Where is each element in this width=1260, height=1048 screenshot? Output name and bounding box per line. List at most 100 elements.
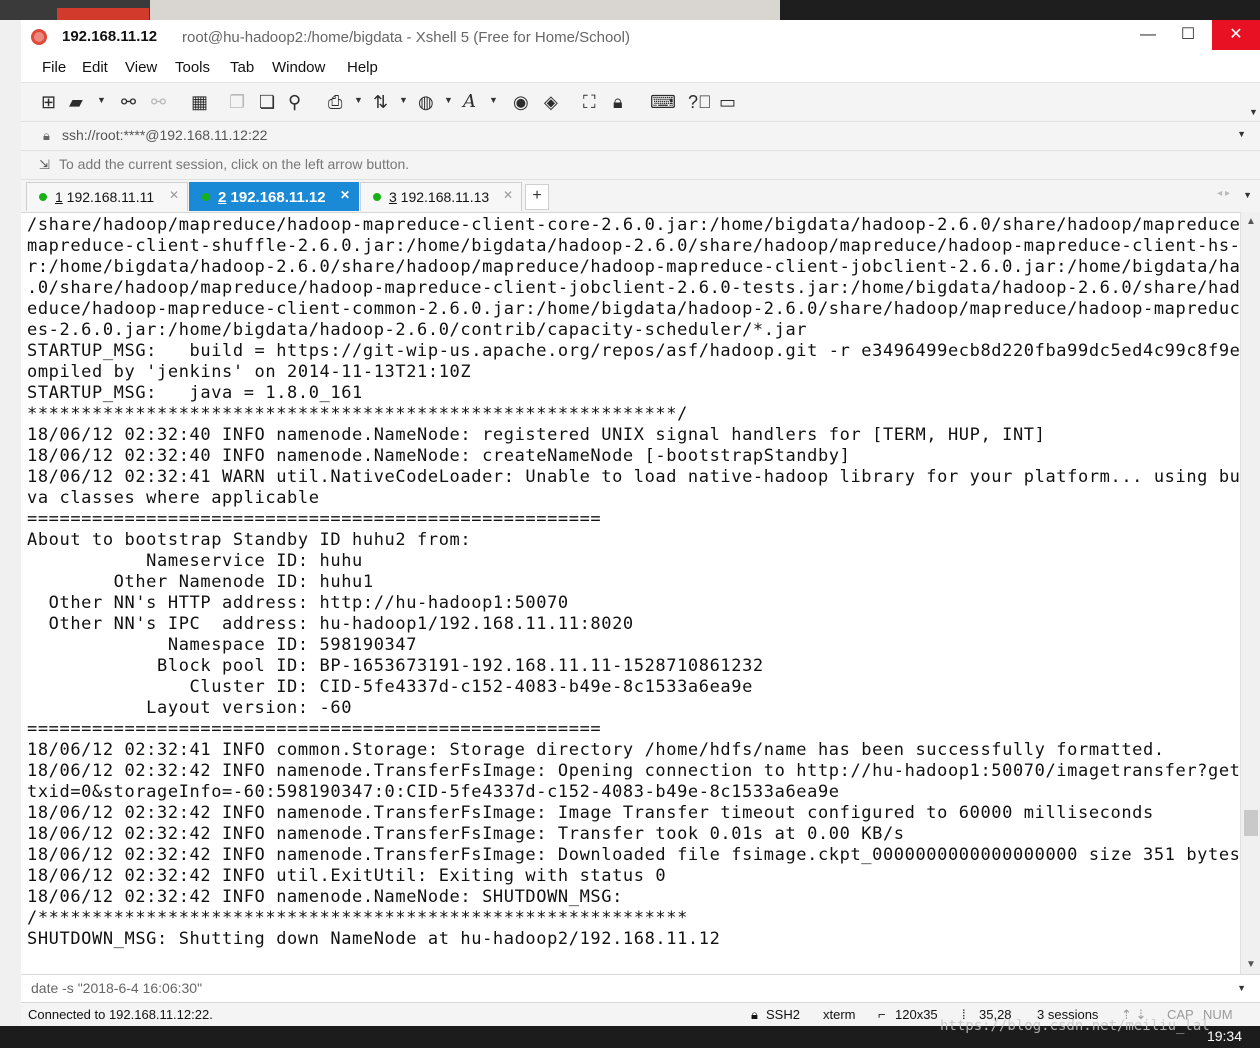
terminal-size: 120x35: [895, 1007, 938, 1022]
compose-bar: date -s "2018-6-4 16:06:30" ▼: [21, 974, 1260, 1003]
title-bar: 192.168.11.12 root@hu-hadoop2:/home/bigd…: [21, 20, 1260, 54]
maximize-button[interactable]: ☐: [1168, 20, 1208, 50]
terminal-line: Block pool ID: BP-1653673191-192.168.11.…: [27, 656, 764, 676]
terminal-line: ****************************************…: [27, 404, 688, 424]
add-session-arrow-icon[interactable]: ⇲: [39, 157, 50, 173]
xshell-window: 192.168.11.12 root@hu-hadoop2:/home/bigd…: [21, 20, 1260, 1027]
terminal-line: Cluster ID: CID-5fe4337d-c152-4083-b49e-…: [27, 677, 753, 697]
menu-file[interactable]: File: [42, 59, 66, 76]
session-info-bar: ⇲ To add the current session, click on t…: [21, 150, 1260, 179]
disconnect-icon[interactable]: ⚯: [151, 92, 166, 112]
connect-icon[interactable]: ⚯: [121, 92, 136, 112]
terminal-line: 18/06/12 02:32:40 INFO namenode.NameNode…: [27, 446, 851, 466]
terminal-line: 18/06/12 02:32:40 INFO namenode.NameNode…: [27, 425, 1046, 445]
lock-icon: 🔒︎: [43, 128, 50, 143]
terminal-line: 18/06/12 02:32:42 INFO namenode.Transfer…: [27, 824, 905, 844]
resize-icon: ⌐: [878, 1007, 886, 1022]
tab-label: 1 192.168.11.11: [55, 189, 155, 205]
connection-status: Connected to 192.168.11.12:22.: [28, 1007, 213, 1022]
menu-help[interactable]: Help: [347, 59, 378, 76]
tab-scroll-arrows-icon[interactable]: ◂ ▸: [1217, 188, 1230, 199]
properties-icon[interactable]: ▦: [191, 92, 208, 112]
scroll-up-icon[interactable]: ▲: [1246, 216, 1256, 227]
watermark: https://blog.csdn.net/meiliu_lal: [940, 1018, 1210, 1034]
scroll-down-icon[interactable]: ▼: [1246, 959, 1256, 970]
tab-list-dropdown-icon[interactable]: ▼: [1243, 190, 1252, 200]
terminal-output[interactable]: /share/hadoop/mapreduce/hadoop-mapreduce…: [21, 212, 1240, 975]
font-dropdown-icon[interactable]: ▼: [489, 95, 498, 105]
protocol-label: SSH2: [766, 1007, 800, 1022]
menu-tools[interactable]: Tools: [175, 59, 210, 76]
terminal-line: mapreduce-client-shuffle-2.6.0.jar:/home…: [27, 236, 1240, 256]
desktop-light-strip: [150, 0, 780, 20]
desktop-red-strip: [57, 8, 149, 20]
scrollbar-thumb[interactable]: [1244, 810, 1258, 836]
terminal-scrollbar[interactable]: ▲ ▼: [1240, 212, 1260, 974]
terminal-line: SHUTDOWN_MSG: Shutting down NameNode at …: [27, 929, 721, 949]
font-icon[interactable]: A: [463, 92, 476, 112]
terminal-line: r:/home/bigdata/hadoop-2.6.0/share/hadoo…: [27, 257, 1240, 277]
taskbar-clock: 19:34: [1206, 1028, 1242, 1044]
terminal-line: es-2.6.0.jar:/home/bigdata/hadoop-2.6.0/…: [27, 320, 808, 340]
tab-session-1[interactable]: 1 192.168.11.11 ✕: [26, 182, 188, 211]
terminal-line: STARTUP_MSG: build = https://git-wip-us.…: [27, 341, 1240, 361]
menu-window[interactable]: Window: [272, 59, 325, 76]
transfer-icon[interactable]: ⇅: [373, 92, 388, 112]
menu-tab[interactable]: Tab: [230, 59, 254, 76]
globe-icon[interactable]: ◍: [418, 92, 434, 112]
menu-view[interactable]: View: [125, 59, 157, 76]
tab-close-icon[interactable]: ✕: [340, 188, 350, 202]
tab-session-3[interactable]: 3 192.168.11.13 ✕: [360, 182, 522, 211]
transfer-dropdown-icon[interactable]: ▼: [399, 95, 408, 105]
window-title: root@hu-hadoop2:/home/bigdata - Xshell 5…: [182, 29, 630, 46]
window-title-host: 192.168.11.12: [62, 28, 158, 45]
terminal-line: 18/06/12 02:32:41 WARN util.NativeCodeLo…: [27, 467, 1240, 487]
print-dropdown-icon[interactable]: ▼: [354, 95, 363, 105]
tab-close-icon[interactable]: ✕: [169, 188, 179, 202]
connected-dot-icon: [39, 193, 47, 201]
find-icon[interactable]: ⚲: [288, 92, 301, 112]
new-session-icon[interactable]: ⊞: [41, 92, 56, 112]
desktop-dark-strip: [780, 0, 1260, 20]
print-icon[interactable]: ⎙: [328, 92, 342, 112]
terminal-line: STARTUP_MSG: java = 1.8.0_161: [27, 383, 363, 403]
compose-dropdown-icon[interactable]: ▼: [1237, 983, 1246, 993]
keyboard-icon[interactable]: ⌨: [650, 92, 676, 112]
address-dropdown-icon[interactable]: ▼: [1237, 129, 1246, 139]
help-icon[interactable]: ?⃝: [688, 92, 712, 112]
terminal-line: Namespace ID: 598190347: [27, 635, 418, 655]
tab-bar: 1 192.168.11.11 ✕ 2 192.168.11.12 ✕ 3 19…: [21, 179, 1260, 212]
tab-close-icon[interactable]: ✕: [503, 188, 513, 202]
tab-label: 3 192.168.11.13: [389, 189, 490, 205]
terminal-line: About to bootstrap Standby ID huhu2 from…: [27, 530, 472, 550]
terminal-line: Layout version: -60: [27, 698, 353, 718]
xftp-icon[interactable]: ◉: [513, 92, 529, 112]
lock-icon[interactable]: 🔒︎: [613, 92, 623, 112]
address-input[interactable]: ssh://root:****@192.168.11.12:22: [62, 127, 267, 143]
copy-icon[interactable]: ❐: [229, 92, 245, 112]
tab-label: 2 192.168.11.12: [218, 189, 326, 206]
connected-dot-icon: [202, 193, 210, 201]
globe-dropdown-icon[interactable]: ▼: [444, 95, 453, 105]
terminal-line: ========================================…: [27, 509, 602, 529]
terminal-line: Other NN's HTTP address: http://hu-hadoo…: [27, 593, 569, 613]
close-button[interactable]: ✕: [1212, 20, 1260, 50]
terminal-line: Other Namenode ID: huhu1: [27, 572, 374, 592]
terminal-line: ompiled by 'jenkins' on 2014-11-13T21:10…: [27, 362, 472, 382]
terminal-line: educe/hadoop-mapreduce-client-common-2.6…: [27, 299, 1240, 319]
script-icon[interactable]: ◈: [544, 92, 558, 112]
new-tab-button[interactable]: +: [525, 184, 549, 210]
open-dropdown-icon[interactable]: ▼: [97, 95, 106, 105]
minimize-button[interactable]: —: [1128, 20, 1168, 50]
compose-input[interactable]: date -s "2018-6-4 16:06:30": [31, 980, 202, 996]
open-folder-icon[interactable]: ▰: [69, 92, 83, 112]
connected-dot-icon: [373, 193, 381, 201]
protocol-lock-icon: 🔒︎: [751, 1007, 758, 1022]
chat-icon[interactable]: ▭: [719, 92, 736, 112]
toolbar-overflow-icon[interactable]: ▼: [1249, 107, 1258, 117]
terminal-line: Nameservice ID: huhu: [27, 551, 363, 571]
menu-edit[interactable]: Edit: [82, 59, 108, 76]
paste-icon[interactable]: ❏: [259, 92, 275, 112]
tab-session-2[interactable]: 2 192.168.11.12 ✕: [189, 182, 359, 211]
fullscreen-icon[interactable]: ⛶: [583, 92, 596, 112]
